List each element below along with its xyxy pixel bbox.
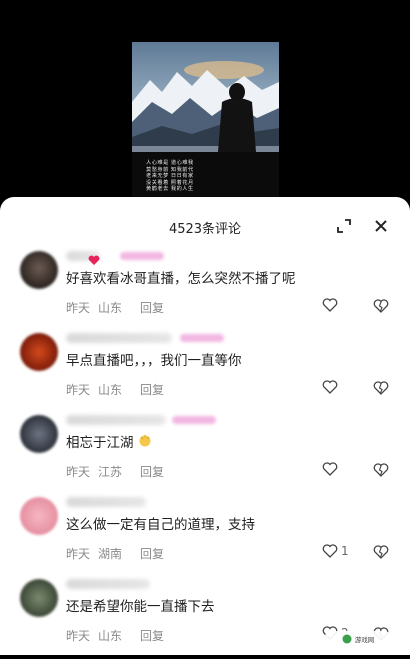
comment-location: 湖南 [98, 547, 123, 561]
reply-button[interactable]: 回复 [140, 383, 164, 397]
heart-icon [322, 298, 338, 312]
expand-icon [337, 219, 351, 233]
comment-text: 相忘于江湖 [66, 431, 152, 451]
caption-line: 老来无梦 日日有家 [146, 173, 194, 180]
user-badge [120, 252, 164, 260]
like-button[interactable] [322, 380, 338, 394]
avatar[interactable] [20, 333, 58, 371]
user-badge [172, 416, 216, 424]
comment-meta: 昨天 山东 回复 [66, 381, 172, 398]
comment-text: 还是希望你能一直播下去 [66, 599, 215, 615]
watermark-logo-icon [342, 634, 352, 644]
comment-item: 相忘于江湖 昨天 江苏 回复 [0, 415, 410, 495]
broken-heart-icon [373, 463, 389, 477]
comment-item: 还是希望你能一直播下去 昨天山东回复 2 [0, 579, 410, 659]
comment-location: 江苏 [98, 465, 123, 479]
comment-meta: 昨天 山东 回复 [66, 627, 172, 644]
dislike-button[interactable] [373, 298, 389, 317]
like-button[interactable] [322, 298, 338, 312]
close-icon [375, 220, 387, 232]
heart-badge-icon [88, 251, 100, 265]
heart-icon [322, 544, 338, 558]
user-badge [180, 334, 224, 342]
comment-meta: 昨天 山东 回复 [66, 299, 172, 316]
caption-line: 黄鹤老去 我的人生 [146, 186, 194, 193]
expand-button[interactable] [333, 215, 355, 237]
username-blurred[interactable] [66, 333, 172, 343]
comment-text: 早点直播吧，，，我们一直等你 [66, 353, 242, 369]
comment-text: 这么做一定有自己的道理，支持 [66, 517, 255, 533]
heart-icon [322, 380, 338, 394]
dislike-button[interactable] [373, 544, 389, 563]
comment-location: 山东 [98, 301, 123, 315]
comment-time: 昨天 [66, 465, 91, 479]
comments-header: 4523条评论 [0, 197, 410, 255]
comment-text: 好喜欢看冰哥直播，怎么突然不播了呢 [66, 271, 296, 287]
reply-button[interactable]: 回复 [140, 547, 164, 561]
comment-meta: 昨天 湖南 回复 [66, 545, 172, 562]
avatar[interactable] [20, 251, 58, 289]
comment-meta: 昨天 江苏 回复 [66, 463, 172, 480]
comment-time: 昨天 [66, 629, 91, 643]
username-blurred[interactable] [66, 579, 150, 589]
comment-item: 这么做一定有自己的道理，支持 昨天 湖南 回复 1 [0, 497, 410, 577]
video-caption: 人心难是 道心难我 莫愁身前 知我前代 老来无梦 日日有家 没关看着 照着花月 … [146, 160, 266, 193]
comment-time: 昨天 [66, 383, 91, 397]
comment-item: 好喜欢看冰哥直播，怎么突然不播了呢 昨天 山东 回复 [0, 251, 410, 331]
video-area[interactable]: 人心难是 道心难我 莫愁身前 知我前代 老来无梦 日日有家 没关看着 照着花月 … [0, 0, 410, 210]
comment-time: 昨天 [66, 547, 91, 561]
dislike-button[interactable] [373, 462, 389, 481]
comment-location: 山东 [98, 383, 123, 397]
watermark: 游戏网 [324, 631, 392, 647]
close-button[interactable] [370, 215, 392, 237]
reply-button[interactable]: 回复 [140, 629, 164, 643]
avatar[interactable] [20, 415, 58, 453]
avatar[interactable] [20, 579, 58, 617]
dislike-button[interactable] [373, 380, 389, 399]
comments-sheet: 4523条评论 好喜欢看冰哥直播，怎么突然不播了呢 昨天 山东 回复 早点直播吧… [0, 197, 410, 655]
like-button[interactable]: 1 [322, 544, 349, 558]
caption-line: 人心难是 道心难我 [146, 160, 194, 166]
clap-emoji-icon [138, 434, 152, 450]
watermark-label: 游戏网 [354, 636, 375, 644]
username-blurred[interactable] [66, 415, 166, 425]
comment-time: 昨天 [66, 301, 91, 315]
avatar[interactable] [20, 497, 58, 535]
reply-button[interactable]: 回复 [140, 465, 164, 479]
broken-heart-icon [373, 299, 389, 313]
comment-text-content: 相忘于江湖 [66, 435, 134, 451]
broken-heart-icon [373, 545, 389, 559]
reply-button[interactable]: 回复 [140, 301, 164, 315]
like-button[interactable] [322, 462, 338, 476]
username-blurred[interactable] [66, 497, 146, 507]
heart-icon [322, 462, 338, 476]
broken-heart-icon [373, 381, 389, 395]
comment-location: 山东 [98, 629, 123, 643]
comment-item: 早点直播吧，，，我们一直等你 昨天 山东 回复 [0, 333, 410, 413]
like-count: 1 [341, 544, 349, 558]
